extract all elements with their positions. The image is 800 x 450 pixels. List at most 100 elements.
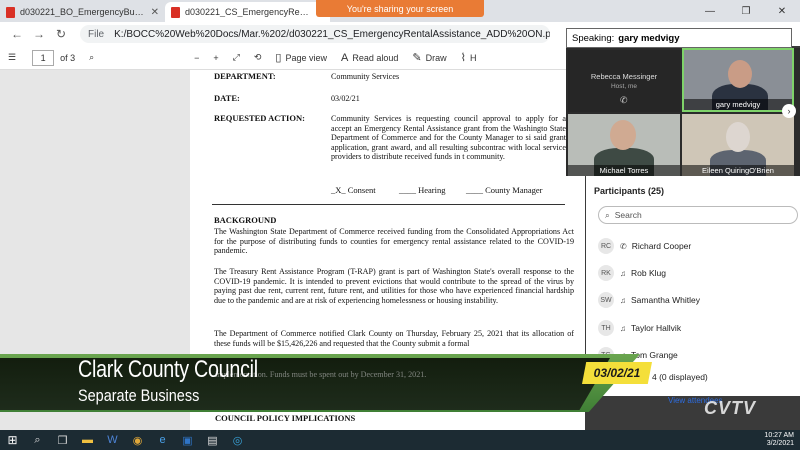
close-window-icon[interactable]: ✕ [764, 0, 800, 22]
url-text: K:/BOCC%20Web%20Docs/Mar.%202/d030221_CS… [114, 28, 550, 40]
tab-rental-assistance[interactable]: d030221_CS_EmergencyRentalA ✕ [165, 2, 330, 22]
avatar: RC [598, 238, 614, 254]
rotate-icon[interactable]: ⟲ [254, 52, 262, 63]
windows-start-icon[interactable]: ⊞ [0, 430, 25, 450]
headset-icon: ♫ [620, 268, 626, 278]
contents-icon[interactable]: ☰ [8, 52, 16, 63]
speaking-label: Speaking: [572, 32, 615, 44]
video-name: Rebecca Messinger [590, 72, 658, 81]
requested-action-text: Community Services is requesting council… [331, 114, 566, 162]
participant-name: Rob Klug [631, 268, 666, 278]
sharing-banner[interactable]: You're sharing your screen [316, 0, 484, 17]
page-view-button[interactable]: ▯ Page view [275, 51, 327, 64]
displayed-count: 4 (0 displayed) [652, 372, 708, 382]
participants-search-input[interactable]: ⌕ Search [598, 206, 798, 224]
person-figure [610, 120, 636, 150]
store-icon[interactable]: ▤ [200, 430, 225, 450]
highlight-button[interactable]: ⌇ H [461, 51, 477, 64]
county-manager-option: ____ County Manager [466, 185, 543, 195]
find-icon[interactable]: ⌕ [89, 52, 94, 63]
person-figure [728, 60, 752, 88]
participant-name: Richard Cooper [631, 241, 692, 251]
page-view-icon: ▯ [275, 52, 282, 64]
search-icon: ⌕ [605, 209, 610, 220]
clock-time: 10:27 AM [764, 432, 794, 439]
forward-icon[interactable]: → [28, 27, 50, 41]
highlight-label: H [470, 52, 477, 63]
minimize-icon[interactable]: — [692, 0, 728, 22]
fit-icon[interactable]: ⤢ [233, 52, 240, 63]
zoom-in-icon[interactable]: + [213, 53, 218, 63]
tab-label: d030221_BO_EmergencyBudget [20, 7, 147, 17]
chrome-icon[interactable]: ◉ [125, 430, 150, 450]
participant-item[interactable]: RC ✆ Richard Cooper [598, 237, 691, 255]
clock-date: 3/2/2021 [766, 440, 794, 447]
video-tile[interactable]: Rebecca Messinger Host, me ✆ [568, 50, 680, 112]
department-row: DEPARTMENT: Community Services [214, 71, 400, 82]
hearing-option: ____ Hearing [399, 185, 446, 195]
page-count: of 3 [60, 52, 76, 63]
read-aloud-button[interactable]: A Read aloud [341, 52, 398, 64]
video-name: gary medvigy [684, 99, 792, 110]
browser-icon[interactable]: ◎ [225, 430, 250, 450]
next-page-icon[interactable]: › [782, 104, 796, 118]
requested-action-row: REQUESTED ACTION: [214, 113, 305, 124]
zoom-out-icon[interactable]: − [194, 53, 199, 63]
screen: d030221_BO_EmergencyBudget ✕ d030221_CS_… [0, 0, 800, 450]
consent-option: _X_ Consent [331, 185, 376, 195]
participant-item[interactable]: RK ♫ Rob Klug [598, 264, 666, 282]
read-aloud-label: Read aloud [352, 52, 399, 63]
reload-icon[interactable]: ↻ [50, 27, 72, 41]
date-label: DATE: [214, 93, 240, 103]
search-icon[interactable]: ⌕ [25, 430, 50, 450]
page-number-input[interactable]: 1 [32, 49, 55, 66]
word-icon[interactable]: W [100, 430, 125, 450]
close-icon[interactable]: ✕ [151, 7, 159, 18]
pdf-icon [6, 6, 15, 18]
maximize-icon[interactable]: ❐ [728, 0, 764, 22]
avatar: SW [598, 292, 614, 308]
document-line-behind-overlay: implementation. Funds must be spent out … [215, 370, 427, 379]
background-paragraph-3: The Department of Commerce notified Clar… [214, 329, 574, 348]
task-view-icon[interactable]: ❒ [50, 430, 75, 450]
back-icon[interactable]: ← [6, 27, 28, 41]
pdf-toolbar: ☰ 1 of 3 ⌕ − + ⤢ ⟲ ▯ Page view A Read alou… [0, 46, 570, 70]
file-explorer-icon[interactable]: ▬ [75, 430, 100, 450]
person-figure [726, 122, 750, 152]
avatar: TH [598, 320, 614, 336]
search-placeholder: Search [614, 210, 642, 220]
video-name: Eileen QuiringO'Brien [682, 165, 794, 176]
highlight-icon: ⌇ [460, 52, 467, 64]
video-gallery: Rebecca Messinger Host, me ✆ gary medvig… [566, 48, 800, 176]
date-row: DATE: 03/02/21 [214, 93, 360, 104]
page-view-label: Page view [285, 52, 328, 63]
avatar: RK [598, 265, 614, 281]
outlook-icon[interactable]: ▣ [175, 430, 200, 450]
participant-item[interactable]: SW ♫ Samantha Whitley [598, 291, 700, 309]
lower-third-title: Clark County Council [78, 356, 258, 383]
draw-button[interactable]: ✎ Draw [412, 51, 446, 64]
department-value: Community Services [331, 72, 400, 81]
participant-item[interactable]: TH ♫ Taylor Hallvik [598, 319, 681, 337]
speaking-name: gary medvigy [618, 32, 680, 44]
window-controls: — ❐ ✕ [692, 0, 800, 22]
tab-budget[interactable]: d030221_BO_EmergencyBudget ✕ [0, 2, 165, 22]
lower-third-date: 03/02/21 [582, 362, 652, 384]
video-tile[interactable]: Eileen QuiringO'Brien [682, 114, 794, 176]
edge-icon[interactable]: e [150, 430, 175, 450]
video-tile[interactable]: Michael Torres [568, 114, 680, 176]
policy-heading: COUNCIL POLICY IMPLICATIONS [215, 413, 356, 423]
participants-title: Participants (25) [594, 186, 665, 196]
url-field[interactable]: File K:/BOCC%20Web%20Docs/Mar.%202/d0302… [80, 25, 550, 43]
requested-action-label: REQUESTED ACTION: [214, 113, 305, 123]
read-aloud-icon: A [341, 51, 349, 64]
clock[interactable]: 10:27 AM 3/2/2021 [764, 432, 794, 448]
department-label: DEPARTMENT: [214, 71, 276, 81]
file-label: File [88, 28, 105, 40]
divider [212, 204, 565, 205]
headset-icon: ♫ [620, 323, 626, 333]
draw-label: Draw [425, 52, 447, 63]
participant-name: Taylor Hallvik [631, 323, 682, 333]
phone-icon: ✆ [620, 95, 628, 105]
video-tile-active-speaker[interactable]: gary medvigy [682, 48, 794, 112]
